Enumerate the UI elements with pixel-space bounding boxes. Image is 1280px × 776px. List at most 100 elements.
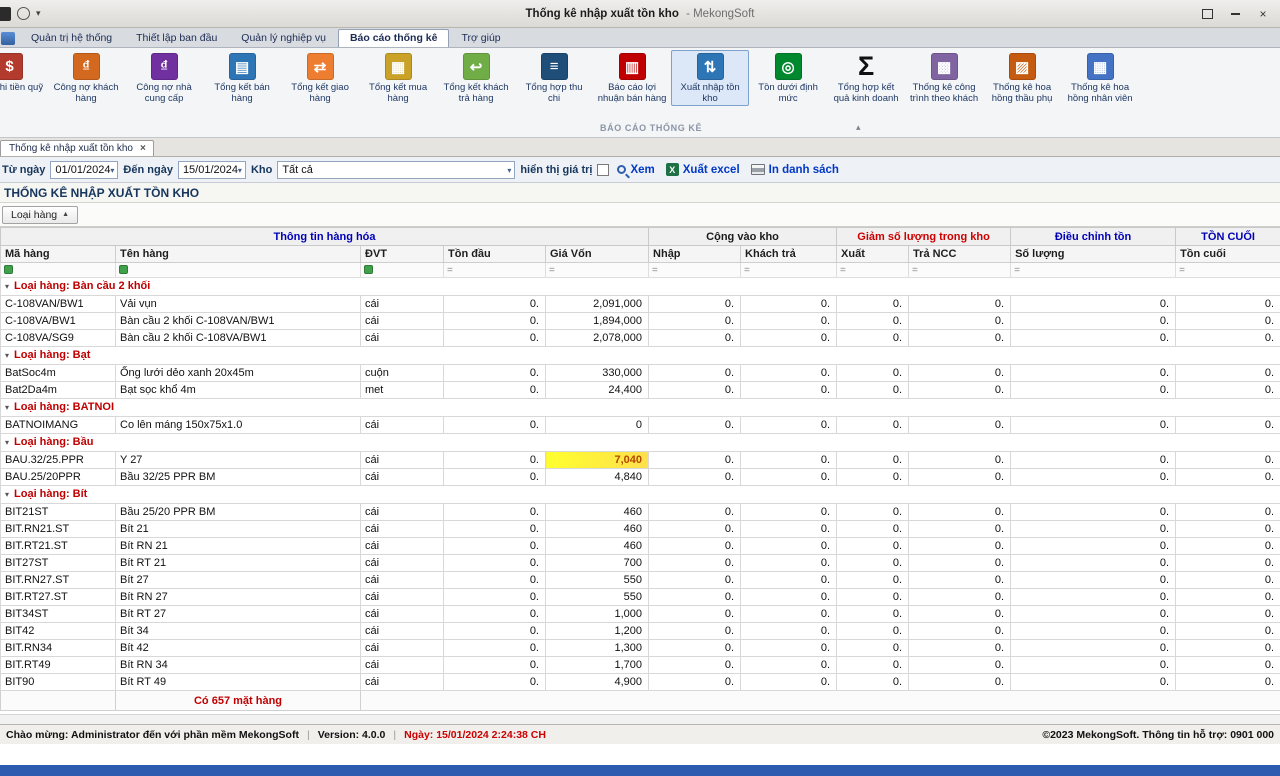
table-row[interactable]: BIT.RN21.STBít 21cái0.4600.0.0.0.0.0. [1, 521, 1280, 538]
cell-code[interactable]: BIT42 [1, 623, 116, 640]
cell-unit[interactable]: cái [361, 674, 444, 691]
cell-name[interactable]: Bầu 32/25 PPR BM [116, 469, 361, 486]
cell-closing[interactable]: 0. [1176, 296, 1280, 313]
cell-closing[interactable]: 0. [1176, 606, 1280, 623]
cell-cost[interactable]: 7,040 [546, 452, 649, 469]
cell-closing[interactable]: 0. [1176, 538, 1280, 555]
cell-unit[interactable]: cuộn [361, 365, 444, 382]
cell-code[interactable]: BATNOIMANG [1, 417, 116, 434]
cell-out_qty[interactable]: 0. [837, 296, 909, 313]
cell-cost[interactable]: 700 [546, 555, 649, 572]
cell-code[interactable]: BIT.RT21.ST [1, 538, 116, 555]
cell-code[interactable]: BAU.32/25.PPR [1, 452, 116, 469]
column-filter[interactable]: = [837, 263, 909, 278]
cell-unit[interactable]: met [361, 382, 444, 399]
cell-cust_return[interactable]: 0. [741, 452, 837, 469]
cell-out_qty[interactable]: 0. [837, 417, 909, 434]
table-row[interactable]: Bat2Da4mBạt sọc khổ 4mmet0.24,4000.0.0.0… [1, 382, 1280, 399]
minimize-icon[interactable] [1228, 7, 1242, 21]
cell-name[interactable]: Bít RN 34 [116, 657, 361, 674]
cell-out_qty[interactable]: 0. [837, 365, 909, 382]
cell-adjust[interactable]: 0. [1011, 572, 1176, 589]
cell-adjust[interactable]: 0. [1011, 382, 1176, 399]
cell-supp_return[interactable]: 0. [909, 538, 1011, 555]
cell-cust_return[interactable]: 0. [741, 382, 837, 399]
cell-cost[interactable]: 4,840 [546, 469, 649, 486]
column-filter[interactable]: = [741, 263, 837, 278]
cell-supp_return[interactable]: 0. [909, 555, 1011, 572]
collapse-triangle-icon[interactable]: ▾ [5, 403, 9, 412]
column-filter[interactable]: = [649, 263, 741, 278]
group-header-cell[interactable]: ▾Loại hàng: Bạt [1, 347, 1280, 365]
column-filter[interactable]: = [444, 263, 546, 278]
cell-unit[interactable]: cái [361, 504, 444, 521]
cell-unit[interactable]: cái [361, 296, 444, 313]
cell-in_qty[interactable]: 0. [649, 606, 741, 623]
cell-opening[interactable]: 0. [444, 538, 546, 555]
cell-cost[interactable]: 2,091,000 [546, 296, 649, 313]
cell-out_qty[interactable]: 0. [837, 623, 909, 640]
cell-adjust[interactable]: 0. [1011, 521, 1176, 538]
ribbon-item[interactable]: ⇅Xuất nhập tồn kho [671, 50, 749, 106]
cell-code[interactable]: C-108VA/BW1 [1, 313, 116, 330]
cell-adjust[interactable]: 0. [1011, 469, 1176, 486]
maximize-icon[interactable] [1200, 7, 1214, 21]
cell-supp_return[interactable]: 0. [909, 504, 1011, 521]
ribbon-item[interactable]: ▨Thống kê hoa hồng thầu phụ [983, 50, 1061, 106]
cell-closing[interactable]: 0. [1176, 469, 1280, 486]
cell-cust_return[interactable]: 0. [741, 674, 837, 691]
cell-closing[interactable]: 0. [1176, 417, 1280, 434]
ribbon-item[interactable]: ◎Tồn dưới định mức [749, 50, 827, 106]
cell-cost[interactable]: 460 [546, 521, 649, 538]
column-header[interactable]: Tồn đầu [444, 246, 546, 263]
cell-out_qty[interactable]: 0. [837, 504, 909, 521]
column-filter[interactable]: = [1176, 263, 1280, 278]
cell-out_qty[interactable]: 0. [837, 589, 909, 606]
cell-name[interactable]: Bàn cầu 2 khối C-108VAN/BW1 [116, 313, 361, 330]
cell-closing[interactable]: 0. [1176, 555, 1280, 572]
cell-cost[interactable]: 1,700 [546, 657, 649, 674]
cell-code[interactable]: C-108VAN/BW1 [1, 296, 116, 313]
cell-opening[interactable]: 0. [444, 606, 546, 623]
cell-in_qty[interactable]: 0. [649, 296, 741, 313]
cell-opening[interactable]: 0. [444, 313, 546, 330]
cell-supp_return[interactable]: 0. [909, 365, 1011, 382]
cell-cust_return[interactable]: 0. [741, 589, 837, 606]
column-header[interactable]: Mã hàng [1, 246, 116, 263]
cell-cost[interactable]: 2,078,000 [546, 330, 649, 347]
record-icon[interactable] [17, 7, 30, 20]
ribbon-item[interactable]: $Thu chi tiền quỹ [0, 50, 47, 106]
menu-tab[interactable]: Quản trị hệ thống [19, 29, 124, 47]
cell-name[interactable]: Bít RT 27 [116, 606, 361, 623]
cell-supp_return[interactable]: 0. [909, 521, 1011, 538]
menu-tab[interactable]: Trợ giúp [449, 29, 512, 47]
cell-adjust[interactable]: 0. [1011, 313, 1176, 330]
cell-closing[interactable]: 0. [1176, 674, 1280, 691]
cell-name[interactable]: Y 27 [116, 452, 361, 469]
table-row[interactable]: BIT.RT21.STBít RN 21cái0.4600.0.0.0.0.0. [1, 538, 1280, 555]
cell-cost[interactable]: 550 [546, 572, 649, 589]
ribbon-item[interactable]: ▦Thống kê hoa hồng nhân viên sale [1061, 50, 1139, 106]
cell-supp_return[interactable]: 0. [909, 452, 1011, 469]
cell-cost[interactable]: 24,400 [546, 382, 649, 399]
group-header-row[interactable]: ▾Loại hàng: Bạt [1, 347, 1280, 365]
app-icon[interactable] [0, 7, 11, 21]
cell-adjust[interactable]: 0. [1011, 538, 1176, 555]
cell-name[interactable]: Bít RN 27 [116, 589, 361, 606]
column-header[interactable]: Nhập [649, 246, 741, 263]
cell-closing[interactable]: 0. [1176, 313, 1280, 330]
menu-tab[interactable]: Báo cáo thống kê [338, 29, 450, 47]
cell-code[interactable]: BIT.RN34 [1, 640, 116, 657]
table-row[interactable]: BIT21STBầu 25/20 PPR BMcái0.4600.0.0.0.0… [1, 504, 1280, 521]
column-header[interactable]: Giá Vốn [546, 246, 649, 263]
cell-unit[interactable]: cái [361, 313, 444, 330]
cell-unit[interactable]: cái [361, 606, 444, 623]
cell-closing[interactable]: 0. [1176, 589, 1280, 606]
cell-cust_return[interactable]: 0. [741, 521, 837, 538]
cell-name[interactable]: Bít RT 49 [116, 674, 361, 691]
cell-unit[interactable]: cái [361, 572, 444, 589]
cell-name[interactable]: Bít 21 [116, 521, 361, 538]
cell-code[interactable]: BIT.RN21.ST [1, 521, 116, 538]
cell-supp_return[interactable]: 0. [909, 296, 1011, 313]
cell-name[interactable]: Co lên máng 150x75x1.0 [116, 417, 361, 434]
